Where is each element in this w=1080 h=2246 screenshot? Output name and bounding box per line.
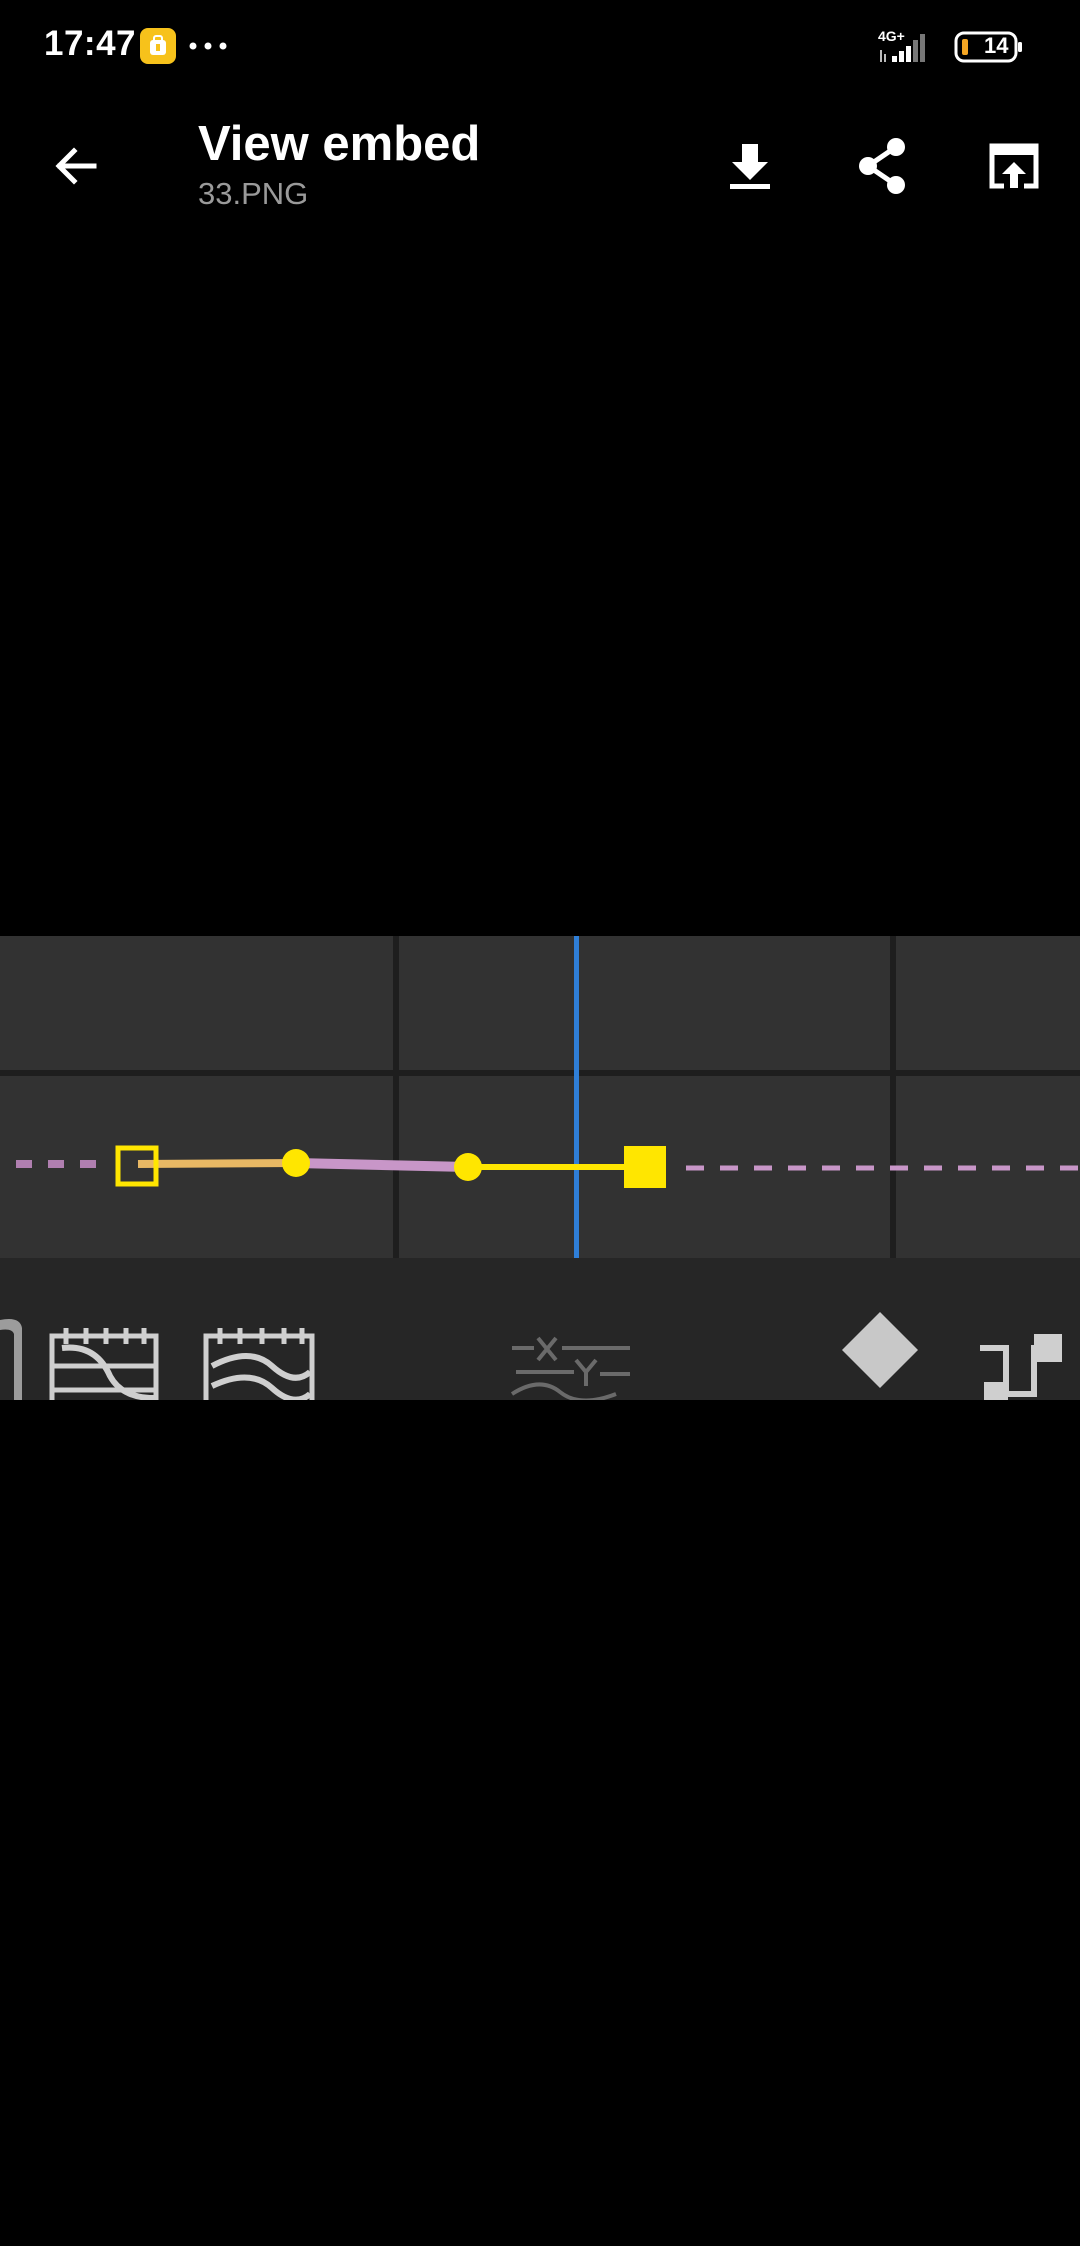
battery-level-text: 14 [984, 33, 1009, 58]
keyframe-handle-dot [454, 1153, 482, 1181]
open-external-button[interactable] [978, 130, 1050, 202]
back-arrow-icon [55, 147, 97, 185]
download-icon [730, 144, 770, 189]
status-time: 17:47 [44, 24, 137, 63]
open-external-icon [989, 143, 1039, 189]
keyframe-solid-marker [624, 1146, 666, 1188]
share-icon [859, 138, 905, 194]
playhead-line [574, 936, 579, 1258]
status-bar: 17:47 4G+ 14 [0, 0, 1080, 96]
file-name: 33.PNG [198, 176, 309, 211]
keyframe-handle-dot [282, 1149, 310, 1177]
more-dots-icon [189, 42, 227, 50]
share-button[interactable] [846, 130, 918, 202]
page-title: View embed [198, 117, 481, 171]
app-notification-icon [140, 28, 176, 64]
signal-icon [880, 34, 925, 62]
embed-image [0, 936, 1080, 1400]
signal-indicator: 4G+ [878, 28, 940, 64]
back-button[interactable] [40, 130, 112, 202]
embed-image-viewer[interactable] [0, 936, 1080, 1400]
app-bar: View embed 33.PNG [0, 96, 1080, 236]
download-button[interactable] [714, 130, 786, 202]
